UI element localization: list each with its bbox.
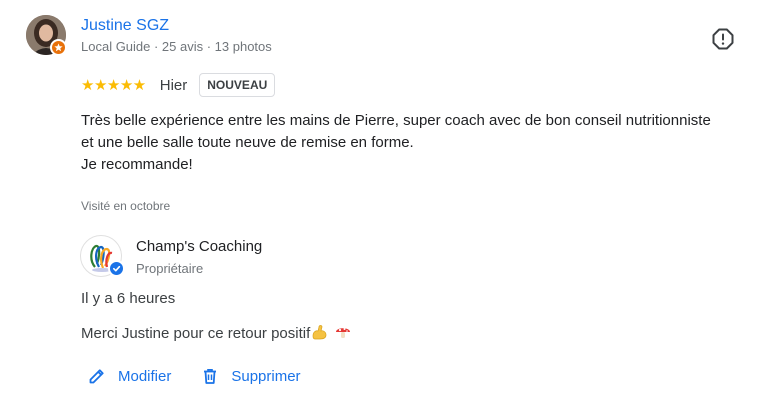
owner-role: Propriétaire — [136, 261, 204, 276]
reviewer-name[interactable]: Justine SGZ — [81, 17, 169, 35]
verified-check-icon — [108, 260, 125, 277]
pencil-icon — [89, 369, 104, 384]
delete-button[interactable]: Supprimer — [201, 367, 301, 385]
review-paragraph: Je recommande! — [81, 156, 193, 173]
reviewer-avatar[interactable] — [26, 15, 68, 57]
reviewer-meta: Local Guide · 25 avis · 13 photos — [81, 39, 272, 54]
local-guide-star-icon — [50, 39, 67, 56]
review-date: Hier — [159, 76, 188, 94]
reply-time: Il y a 6 heures — [81, 290, 176, 307]
owner-actions: Modifier Supprimer — [88, 364, 301, 388]
review-paragraph: Très belle expérience entre les mains de… — [81, 112, 711, 151]
reply-text: Merci Justine pour ce retour positif — [81, 324, 351, 344]
mushroom-emoji — [335, 324, 351, 344]
review-text: Très belle expérience entre les mains de… — [81, 110, 721, 176]
trash-icon — [204, 369, 217, 384]
star-rating-icon: ★★★★★ — [81, 77, 146, 94]
delete-label: Supprimer — [231, 367, 301, 385]
owner-name[interactable]: Champ's Coaching — [136, 238, 262, 255]
visited-date: Visité en octobre — [81, 199, 171, 213]
edit-button[interactable]: Modifier — [88, 367, 171, 385]
flexed-biceps-emoji — [311, 324, 329, 344]
owner-avatar[interactable] — [80, 235, 125, 279]
rating-row: ★★★★★ Hier NOUVEAU — [81, 71, 276, 99]
reply-message: Merci Justine pour ce retour positif — [81, 324, 311, 342]
new-badge: NOUVEAU — [199, 73, 276, 97]
report-review-icon[interactable] — [711, 27, 735, 51]
edit-label: Modifier — [118, 367, 172, 385]
